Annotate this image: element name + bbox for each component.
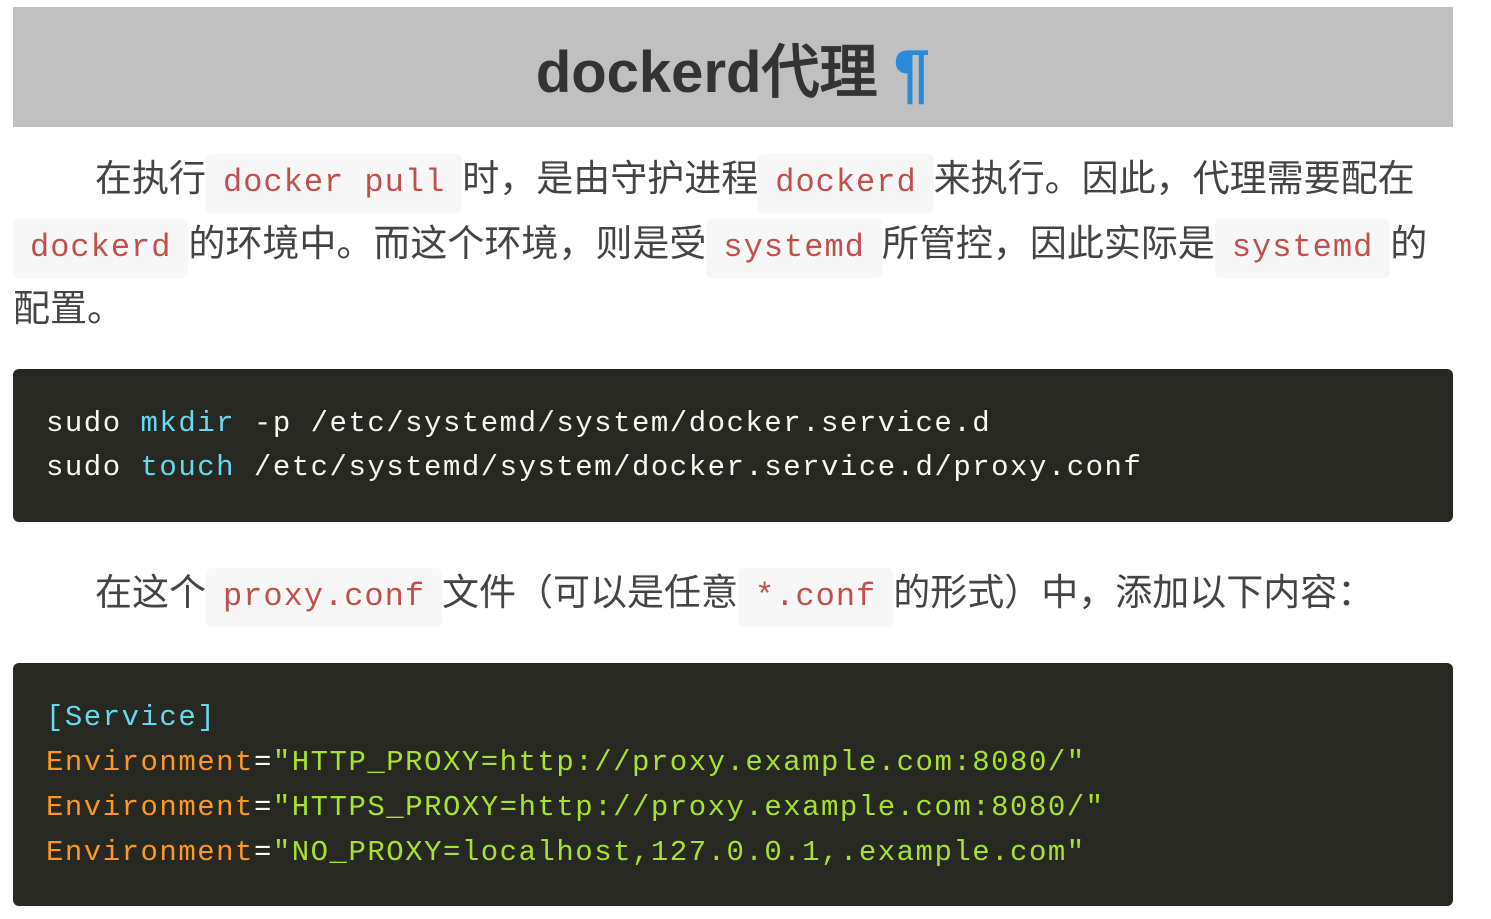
text-run: 所管控，因此实际是: [881, 222, 1215, 265]
inline-code: systemd: [1214, 219, 1391, 278]
inline-code: docker pull: [206, 154, 463, 213]
section-heading: dockerd代理 ¶: [13, 7, 1453, 127]
code-line: Environment="HTTPS_PROXY=http://proxy.ex…: [46, 785, 1420, 830]
heading-title: dockerd代理: [535, 40, 878, 105]
code-token-string: "HTTPS_PROXY=http://proxy.example.com:80…: [272, 791, 1105, 824]
code-token-string: "HTTP_PROXY=http://proxy.example.com:808…: [272, 746, 1086, 779]
text-run: 在这个: [95, 571, 206, 614]
code-token-command: mkdir: [140, 407, 236, 440]
code-line: Environment="HTTP_PROXY=http://proxy.exa…: [46, 740, 1420, 785]
text-run: 的形式）中，添加以下内容：: [893, 571, 1375, 614]
code-line: sudo touch /etc/systemd/system/docker.se…: [46, 446, 1420, 490]
code-token-key: Environment: [46, 746, 254, 779]
code-token-key: Environment: [46, 836, 254, 869]
intro-paragraph: 在执行 docker pull 时，是由守护进程 dockerd 来执行。因此，代理需要…: [13, 148, 1453, 339]
code-block-commands[interactable]: sudo mkdir -p /etc/systemd/system/docker…: [13, 369, 1453, 522]
code-block-proxy-conf[interactable]: [Service] Environment="HTTP_PROXY=http://…: [13, 663, 1453, 906]
text-run: 文件（可以是任意: [442, 571, 739, 614]
inline-code: systemd: [706, 219, 882, 278]
code-line: sudo mkdir -p /etc/systemd/system/docker…: [46, 402, 1420, 446]
text-run: 时，是由守护进程: [462, 157, 759, 200]
code-token: /etc/systemd/system/docker.service.d/pro…: [235, 451, 1143, 484]
code-token-operator: =: [253, 791, 273, 824]
code-token-operator: =: [253, 746, 273, 779]
text-run: 在执行: [95, 157, 206, 200]
code-token-operator: =: [253, 836, 273, 869]
code-token-string: "NO_PROXY=localhost,127.0.0.1,.example.c…: [272, 836, 1086, 869]
anchor-link-icon[interactable]: ¶: [893, 35, 930, 111]
document-page: dockerd代理 ¶ 在执行 docker pull 时，是由守护进程 docker…: [0, 0, 1491, 919]
code-token-section: [Service]: [46, 701, 217, 734]
text-run: 来执行。因此，代理需要配在: [933, 157, 1415, 200]
inline-code: dockerd: [13, 219, 189, 278]
code-token-key: Environment: [46, 791, 254, 824]
inline-code: dockerd: [758, 154, 934, 213]
code-line: Environment="NO_PROXY=localhost,127.0.0.…: [46, 830, 1420, 875]
code-token: sudo: [46, 451, 141, 484]
inline-code: proxy.conf: [206, 568, 443, 627]
code-line: [Service]: [46, 695, 1420, 740]
config-paragraph: 在这个 proxy.conf 文件（可以是任意 *.conf 的形式）中，添加以下内容：: [13, 562, 1453, 627]
text-run: 的环境中。而这个环境，则是受: [188, 222, 707, 265]
code-token-command: touch: [140, 451, 236, 484]
code-token: sudo: [46, 407, 141, 440]
inline-code: *.conf: [738, 568, 894, 627]
code-token: -p /etc/systemd/system/docker.service.d: [235, 407, 992, 440]
